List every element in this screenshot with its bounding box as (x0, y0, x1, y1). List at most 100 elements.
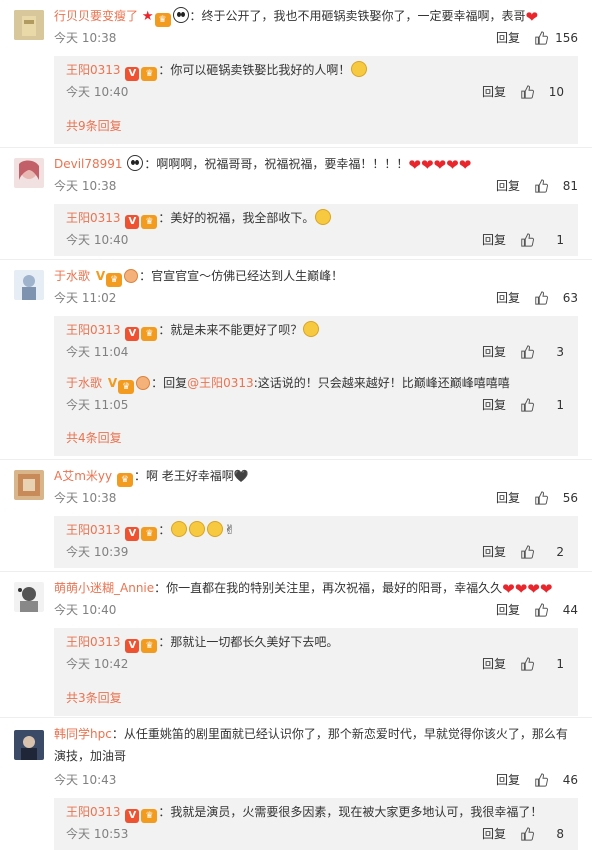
reply-button[interactable]: 回复 (496, 29, 520, 47)
vip-badge-icon: ♛ (141, 215, 158, 229)
avatar[interactable] (14, 158, 44, 188)
avatar[interactable] (14, 270, 44, 300)
like-count: 81 (562, 179, 578, 193)
reply-panel: 王阳0313 V ♛ ：就是未来不能更好了呗？ 今天 11:04 回复 3 于水歌 … (54, 316, 578, 456)
comment-username[interactable]: 于水歌 (54, 269, 90, 283)
reply-text: ： (158, 523, 171, 537)
reply-button[interactable]: 回复 (496, 771, 520, 789)
thumbs-up-icon (534, 491, 548, 505)
like-count: 8 (556, 827, 564, 841)
reply-text: ：美好的祝福，我全部收下。 (158, 211, 315, 225)
reply-username[interactable]: 王阳0313 (66, 63, 121, 77)
like-button[interactable]: 10 (520, 83, 564, 101)
reply-button[interactable]: 回复 (496, 489, 520, 507)
reply-username[interactable]: 王阳0313 (66, 805, 121, 819)
comment-item: 萌萌小迷糊_Annie：你一直都在我的特别关注里，再次祝福，最好的阳哥，幸福久久… (0, 571, 592, 718)
avatar[interactable] (14, 730, 44, 760)
like-count: 46 (562, 773, 578, 787)
reply-button[interactable]: 回复 (482, 83, 506, 101)
reply-button[interactable]: 回复 (482, 343, 506, 361)
reply-username[interactable]: 于水歌 (66, 376, 102, 390)
comment-username[interactable]: 行贝贝要变瘦了 (54, 9, 138, 23)
like-button[interactable]: 156 (534, 29, 578, 47)
reply-text: ：你可以砸锅卖铁娶比我好的人啊！ (158, 63, 351, 77)
like-count: 1 (556, 398, 564, 412)
comment-username[interactable]: A艾m米yy (54, 469, 112, 483)
comment-username[interactable]: Devil78991 (54, 157, 123, 171)
smile-emoji-icon (189, 521, 206, 537)
reply-username[interactable]: 王阳0313 (66, 323, 121, 337)
thumbs-up-icon (520, 233, 534, 247)
panda-emoji-icon (172, 7, 189, 23)
verified-v-icon: V (107, 376, 118, 390)
thumbs-up-icon (520, 85, 534, 99)
thumbs-up-icon (520, 657, 534, 671)
comment-item: Devil78991 ：啊啊啊，祝福哥哥，祝福祝福，要幸福！！！！❤❤❤❤❤ 今… (0, 147, 592, 260)
reply-prefix: ：回复 (151, 376, 188, 390)
more-replies-link[interactable]: 共9条回复 (66, 117, 122, 134)
reply-button[interactable]: 回复 (482, 543, 506, 561)
comment-text: ：你一直都在我的特别关注里，再次祝福，最好的阳哥，幸福久久 (154, 581, 503, 595)
comment-text: ：从任重姚笛的剧里面就已经认识你了，那个新恋爱时代，早就觉得你该火了，那么有演技… (54, 727, 568, 763)
vip-badge-icon: ♛ (154, 13, 171, 27)
more-replies-link[interactable]: 共3条回复 (66, 689, 122, 706)
comment-text: ：啊 老王好幸福啊🖤 (133, 469, 249, 483)
reply-panel: 王阳0313 V ♛： ✌ 今天 10:39 回复 2 (54, 516, 578, 568)
vip-badge-icon: ♛ (141, 67, 158, 81)
like-button[interactable]: 1 (520, 231, 564, 249)
reply-time: 今天 11:04 (66, 345, 129, 359)
mention-link[interactable]: @王阳0313 (187, 376, 254, 390)
vip-badge-icon: ♛ (116, 473, 133, 487)
like-count: 1 (556, 657, 564, 671)
heart-emoji-icon: ❤ (525, 8, 539, 26)
reply-username[interactable]: 王阳0313 (66, 211, 121, 225)
avatar[interactable] (14, 582, 44, 612)
comment-username[interactable]: 萌萌小迷糊_Annie (54, 581, 154, 595)
comment-text: ：官宣官宣～仿佛已经达到人生巅峰！ (139, 269, 344, 283)
comment-time: 今天 10:38 (54, 179, 117, 193)
vip-badge-icon: ♛ (141, 327, 158, 341)
vip-badge-icon: ♛ (141, 809, 158, 823)
like-button[interactable]: 3 (520, 343, 564, 361)
verified-v-icon: V (95, 269, 106, 283)
reply-button[interactable]: 回复 (482, 825, 506, 843)
like-button[interactable]: 1 (520, 655, 564, 673)
comment-item: A艾m米yy ♛ ：啊 老王好幸福啊🖤 今天 10:38 回复 56 王阳0313… (0, 459, 592, 572)
avatar[interactable] (14, 470, 44, 500)
comment-time: 今天 10:43 (54, 773, 117, 787)
like-button[interactable]: 56 (534, 489, 578, 507)
verified-v-icon: V (125, 639, 140, 653)
like-button[interactable]: 1 (520, 396, 564, 414)
more-replies-link[interactable]: 共4条回复 (66, 429, 122, 446)
verified-v-icon: V (125, 215, 140, 229)
comment-item: 于水歌 V ♛ ：官宣官宣～仿佛已经达到人生巅峰！ 今天 11:02 回复 63 王… (0, 259, 592, 460)
reply-button[interactable]: 回复 (496, 177, 520, 195)
reply-time: 今天 10:53 (66, 827, 129, 841)
reply-button[interactable]: 回复 (496, 601, 520, 619)
reply-button[interactable]: 回复 (482, 231, 506, 249)
reply-username[interactable]: 王阳0313 (66, 635, 121, 649)
like-button[interactable]: 46 (534, 771, 578, 789)
avatar[interactable] (14, 10, 44, 40)
reply-button[interactable]: 回复 (482, 396, 506, 414)
like-count: 3 (556, 345, 564, 359)
like-count: 2 (556, 545, 564, 559)
reply-text: ：就是未来不能更好了呗？ (158, 323, 303, 337)
reply-username[interactable]: 王阳0313 (66, 523, 121, 537)
thumbs-up-icon (534, 31, 548, 45)
reply-panel: 王阳0313 V ♛ ：我就是演员，火需要很多因素，现在被大家更多地认可，我很幸福了… (54, 798, 578, 850)
like-button[interactable]: 8 (520, 825, 564, 843)
like-button[interactable]: 81 (534, 177, 578, 195)
comment-username[interactable]: 韩同学hpc (54, 727, 112, 741)
like-button[interactable]: 44 (534, 601, 578, 619)
like-count: 10 (548, 85, 564, 99)
reply-button[interactable]: 回复 (482, 655, 506, 673)
thumbs-up-icon (520, 398, 534, 412)
thumbs-up-icon (534, 179, 548, 193)
reply-button[interactable]: 回复 (496, 289, 520, 307)
like-button[interactable]: 2 (520, 543, 564, 561)
thumbs-up-icon (520, 827, 534, 841)
victory-hand-icon: ✌ (224, 523, 236, 538)
like-button[interactable]: 63 (534, 289, 578, 307)
verified-v-icon: V (125, 67, 140, 81)
